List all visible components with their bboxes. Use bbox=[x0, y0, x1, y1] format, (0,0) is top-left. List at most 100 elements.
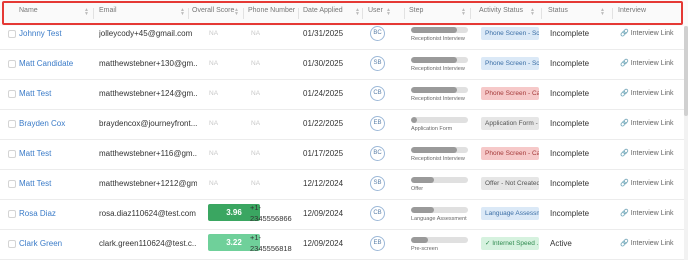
phone-number-cell: +1- 2345556818 bbox=[250, 232, 292, 254]
vertical-scrollbar[interactable] bbox=[684, 26, 688, 260]
date-applied-cell: 01/24/2025 bbox=[303, 89, 344, 98]
step-label: Application Form bbox=[411, 126, 453, 132]
sort-icon[interactable]: ▲ ▼ bbox=[461, 8, 466, 17]
table-row[interactable]: Matt Candidate matthewstebner+130@gm... … bbox=[0, 50, 688, 80]
step-progress-bar bbox=[411, 147, 468, 153]
activity-status-badge[interactable]: Phone Screen - Ca... bbox=[481, 87, 539, 100]
row-checkbox[interactable] bbox=[8, 180, 16, 188]
interview-link[interactable]: 🔗 Interview Link bbox=[620, 29, 674, 37]
column-divider[interactable] bbox=[243, 8, 244, 19]
candidate-name-link[interactable]: Brayden Cox bbox=[19, 119, 65, 128]
user-avatar[interactable]: SB bbox=[370, 176, 385, 191]
sort-icon[interactable]: ▲ ▼ bbox=[355, 8, 360, 17]
row-checkbox[interactable] bbox=[8, 60, 16, 68]
step-progress-bar bbox=[411, 207, 468, 213]
sort-icon[interactable]: ▲ ▼ bbox=[180, 8, 185, 17]
table-row[interactable]: Johnny Test jolleycody+45@gmail.com NA N… bbox=[0, 20, 688, 50]
interview-link[interactable]: 🔗 Interview Link bbox=[620, 209, 674, 217]
column-header-step[interactable]: Step bbox=[409, 7, 423, 14]
column-divider[interactable] bbox=[470, 8, 471, 19]
phone-number-cell: NA bbox=[251, 60, 261, 67]
overall-score-cell: NA bbox=[209, 180, 219, 187]
candidate-name-link[interactable]: Matt Test bbox=[19, 179, 51, 188]
email-cell: rosa.diaz110624@test.com bbox=[99, 209, 196, 218]
column-header-name[interactable]: Name bbox=[19, 7, 38, 14]
sort-icon[interactable]: ▲ ▼ bbox=[386, 8, 391, 17]
link-icon: 🔗 bbox=[620, 210, 629, 217]
interview-link[interactable]: 🔗 Interview Link bbox=[620, 149, 674, 157]
user-avatar[interactable]: EB bbox=[370, 236, 385, 251]
column-divider[interactable] bbox=[541, 8, 542, 19]
sort-icon[interactable]: ▲ ▼ bbox=[530, 8, 535, 17]
column-header-email[interactable]: Email bbox=[99, 7, 117, 14]
activity-status-badge[interactable]: Phone Screen - Ca... bbox=[481, 147, 539, 160]
table-row[interactable]: Rosa Diaz rosa.diaz110624@test.com 3.96 … bbox=[0, 200, 688, 230]
column-header-date-applied[interactable]: Date Applied bbox=[303, 7, 343, 14]
candidate-name-link[interactable]: Johnny Test bbox=[19, 29, 62, 38]
table-row[interactable]: Matt Test matthewstebner+124@gm... NA NA… bbox=[0, 80, 688, 110]
candidate-name-link[interactable]: Matt Test bbox=[19, 149, 51, 158]
row-checkbox[interactable] bbox=[8, 150, 16, 158]
candidate-name-link[interactable]: Matt Test bbox=[19, 89, 51, 98]
step-label: Receptionist Interview bbox=[411, 36, 465, 42]
sort-icon[interactable]: ▲ ▼ bbox=[600, 8, 605, 17]
user-avatar[interactable]: EB bbox=[370, 116, 385, 131]
column-header-user[interactable]: User bbox=[368, 7, 383, 14]
interview-link-label: Interview Link bbox=[630, 240, 674, 247]
user-avatar[interactable]: BC bbox=[370, 26, 385, 41]
sort-icon[interactable]: ▲ ▼ bbox=[84, 8, 89, 17]
column-header-activity-status[interactable]: Activity Status bbox=[479, 7, 523, 14]
activity-status-badge[interactable]: Application Form - ... bbox=[481, 117, 539, 130]
column-divider[interactable] bbox=[362, 8, 363, 19]
interview-link[interactable]: 🔗 Interview Link bbox=[620, 119, 674, 127]
date-applied-cell: 01/22/2025 bbox=[303, 119, 344, 128]
interview-link[interactable]: 🔗 Interview Link bbox=[620, 59, 674, 67]
sort-icon[interactable]: ▲ ▼ bbox=[234, 8, 239, 17]
step-progress-fill bbox=[411, 27, 457, 33]
link-icon: 🔗 bbox=[620, 60, 629, 67]
activity-status-badge[interactable]: Phone Screen - Sch... bbox=[481, 57, 539, 70]
user-avatar[interactable]: BC bbox=[370, 146, 385, 161]
step-progress-fill bbox=[411, 147, 457, 153]
column-divider[interactable] bbox=[612, 8, 613, 19]
user-avatar[interactable]: CB bbox=[370, 206, 385, 221]
phone-number-cell: +1- 2345556866 bbox=[250, 202, 292, 224]
phone-number-cell: NA bbox=[251, 150, 261, 157]
interview-link[interactable]: 🔗 Interview Link bbox=[620, 89, 674, 97]
column-header-overall-score[interactable]: Overall Score bbox=[192, 7, 234, 14]
interview-link-label: Interview Link bbox=[630, 180, 674, 187]
column-divider[interactable] bbox=[188, 8, 189, 19]
column-header-status[interactable]: Status bbox=[548, 7, 568, 14]
email-cell: jolleycody+45@gmail.com bbox=[99, 29, 193, 38]
activity-status-badge[interactable]: Offer - Not Created bbox=[481, 177, 539, 190]
column-divider[interactable] bbox=[404, 8, 405, 19]
table-row[interactable]: Clark Green clark.green110624@test.c... … bbox=[0, 230, 688, 260]
table-row[interactable]: Brayden Cox braydencox@journeyfront... N… bbox=[0, 110, 688, 140]
column-divider[interactable] bbox=[298, 8, 299, 19]
step-progress-fill bbox=[411, 237, 429, 243]
date-applied-cell: 01/31/2025 bbox=[303, 29, 344, 38]
column-header-interview[interactable]: Interview bbox=[618, 7, 646, 14]
interview-link[interactable]: 🔗 Interview Link bbox=[620, 239, 674, 247]
overall-score-cell: NA bbox=[209, 150, 219, 157]
user-avatar[interactable]: SB bbox=[370, 56, 385, 71]
row-checkbox[interactable] bbox=[8, 120, 16, 128]
user-avatar[interactable]: CB bbox=[370, 86, 385, 101]
row-checkbox[interactable] bbox=[8, 210, 16, 218]
candidate-name-link[interactable]: Rosa Diaz bbox=[19, 209, 56, 218]
activity-status-badge[interactable]: Language Assessm... bbox=[481, 207, 539, 220]
column-divider[interactable] bbox=[93, 8, 94, 19]
activity-status-badge[interactable]: Phone Screen - Sch... bbox=[481, 27, 539, 40]
column-header-phone-number[interactable]: Phone Number bbox=[248, 7, 295, 14]
candidate-name-link[interactable]: Clark Green bbox=[19, 239, 62, 248]
interview-link[interactable]: 🔗 Interview Link bbox=[620, 179, 674, 187]
row-checkbox[interactable] bbox=[8, 30, 16, 38]
scrollbar-thumb[interactable] bbox=[684, 26, 688, 116]
row-checkbox[interactable] bbox=[8, 240, 16, 248]
candidate-name-link[interactable]: Matt Candidate bbox=[19, 59, 73, 68]
activity-status-badge[interactable]: ✓ Internet Speed ... bbox=[481, 237, 539, 250]
table-row[interactable]: Matt Test matthewstebner+116@gm... NA NA… bbox=[0, 140, 688, 170]
link-icon: 🔗 bbox=[620, 150, 629, 157]
table-row[interactable]: Matt Test matthewstebner+1212@gm... NA N… bbox=[0, 170, 688, 200]
row-checkbox[interactable] bbox=[8, 90, 16, 98]
